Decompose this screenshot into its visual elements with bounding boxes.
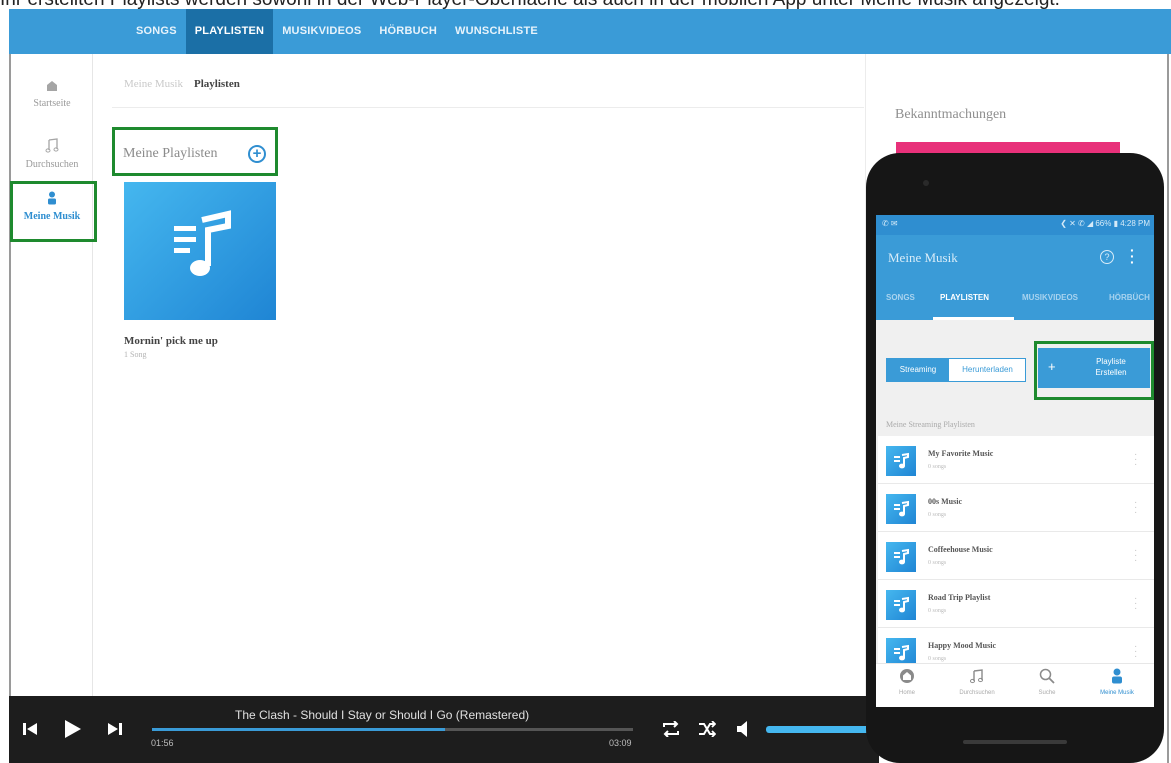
segment-streaming[interactable]: Streaming [887,359,949,381]
active-tab-indicator [933,317,1014,320]
home-icon [876,668,938,686]
progress-bar[interactable] [152,728,633,731]
streaming-download-toggle: Streaming Herunterladen [886,358,1026,382]
playlist-tile-count: 1 Song [124,350,147,359]
side-navigation: Startseite Durchsuchen Meine Musik [11,54,93,696]
playlist-thumb-icon [886,446,916,476]
playlist-count: 0 songs [928,608,947,614]
phone-app-bar: Meine Musik ? · · · [876,235,1154,280]
phone-tab-musikvideos[interactable]: MUSIKVIDEOS [1022,293,1078,302]
phone-bottom-nav: Home Durchsuchen Suche Meine Musik [876,663,1154,707]
more-vert-icon[interactable]: · · · [1134,594,1137,614]
phone-playlist-list: My Favorite Music 0 songs · · · 00s Music … [878,436,1154,676]
playlist-tile[interactable] [124,182,276,320]
segment-herunterladen[interactable]: Herunterladen [949,359,1026,381]
elapsed-time: 01:56 [151,738,174,748]
status-icons-left: ✆ ✉ [882,219,898,228]
bottom-nav-label: Durchsuchen [959,690,995,696]
tab-musikvideos[interactable]: MUSIKVIDEOS [273,9,370,54]
playlist-count: 0 songs [928,512,947,518]
track-duration: 03:09 [609,738,632,748]
phone-mockup: ✆ ✉ ❮ ✕ ✆ ◢ 66% ▮ 4:28 PM Meine Musik ? … [866,153,1164,763]
more-vert-icon[interactable]: · · · [1134,498,1137,518]
phone-tab-songs[interactable]: SONGS [886,293,915,302]
music-note-icon [946,668,1008,686]
playlist-name: Coffeehouse Music [928,545,993,554]
bottom-nav-durchsuchen[interactable]: Durchsuchen [946,668,1008,696]
now-playing-title: The Clash - Should I Stay or Should I Go… [235,708,530,722]
phone-app-title: Meine Musik [888,250,958,265]
volume-slider[interactable] [766,726,879,733]
sidebar-item-startseite[interactable]: Startseite [11,80,93,109]
playlist-count: 0 songs [928,656,947,662]
phone-screen: ✆ ✉ ❮ ✕ ✆ ◢ 66% ▮ 4:28 PM Meine Musik ? … [876,215,1154,707]
bottom-nav-suche[interactable]: Suche [1016,668,1078,696]
phone-tab-hoerbuch[interactable]: HÖRBÜCH [1109,293,1150,302]
repeat-icon[interactable] [661,720,681,742]
top-tabs: SONGS PLAYLISTEN MUSIKVIDEOS HÖRBUCH WUN… [127,9,547,54]
playlist-count: 0 songs [928,560,947,566]
playlist-thumb-icon [886,590,916,620]
playlist-name: 00s Music [928,497,962,506]
sidebar-item-durchsuchen[interactable]: Durchsuchen [11,138,93,170]
more-vert-icon[interactable]: · · · [1134,546,1137,566]
highlight-box-create-playlist [1034,341,1154,400]
progress-fill [152,728,446,731]
playlist-thumb-icon [886,494,916,524]
search-icon [1016,668,1078,686]
sidebar-item-label: Startseite [33,98,71,109]
more-vert-icon[interactable]: · · · [1130,243,1135,269]
breadcrumb-parent[interactable]: Meine Musik [124,78,183,90]
breadcrumb-separator [186,78,192,90]
list-item[interactable]: 00s Music 0 songs · · · [878,484,1154,532]
streaming-playlists-heading: Meine Streaming Playlisten [886,420,975,429]
breadcrumb-current: Playlisten [193,78,240,90]
bottom-nav-meine-musik[interactable]: Meine Musik [1086,668,1148,696]
highlight-box-meine-musik [10,181,97,242]
bottom-nav-home[interactable]: Home [876,668,938,696]
playlist-tile-title[interactable]: Mornin' pick me up [124,335,218,347]
previous-track-icon[interactable] [23,721,39,742]
help-icon[interactable]: ? [1100,250,1114,264]
breadcrumb: Meine Musik Playlisten [124,78,240,90]
tab-wunschliste[interactable]: WUNSCHLISTE [446,9,547,54]
playlist-count: 0 songs [928,464,947,470]
play-icon[interactable] [64,719,82,744]
top-nav-bar: SONGS PLAYLISTEN MUSIKVIDEOS HÖRBUCH WUN… [9,9,1171,54]
playlist-thumb-icon [886,542,916,572]
volume-icon[interactable] [736,720,754,743]
shuffle-icon[interactable] [698,720,717,742]
list-item[interactable]: Coffeehouse Music 0 songs · · · [878,532,1154,580]
music-note-icon [11,138,93,156]
phone-status-bar: ✆ ✉ ❮ ✕ ✆ ◢ 66% ▮ 4:28 PM [876,215,1154,235]
more-vert-icon[interactable]: · · · [1134,450,1137,470]
tab-songs[interactable]: SONGS [127,9,186,54]
tab-hoerbuch[interactable]: HÖRBUCH [370,9,446,54]
list-item[interactable]: Road Trip Playlist 0 songs · · · [878,580,1154,628]
bottom-nav-label: Suche [1038,690,1056,696]
list-item[interactable]: My Favorite Music 0 songs · · · [878,436,1154,484]
breadcrumb-divider [112,107,864,108]
home-icon [11,80,93,95]
more-vert-icon[interactable]: · · · [1134,642,1137,662]
playlist-name: Happy Mood Music [928,641,997,650]
playlist-name: My Favorite Music [928,449,994,458]
phone-home-indicator [963,740,1067,744]
status-icons-right: ❮ ✕ ✆ ◢ 66% ▮ 4:28 PM [1060,219,1150,228]
user-icon [1086,668,1148,686]
bottom-nav-label: Meine Musik [1100,690,1134,696]
player-bar: The Clash - Should I Stay or Should I Go… [9,696,879,763]
tab-playlisten[interactable]: PLAYLISTEN [185,9,274,54]
window-frame-right [1167,54,1169,763]
phone-tabs: SONGS PLAYLISTEN MUSIKVIDEOS HÖRBÜCH [876,280,1154,320]
playlist-music-icon [124,210,276,324]
playlist-name: Road Trip Playlist [928,593,991,602]
bottom-nav-label: Home [898,690,915,696]
highlight-box-meine-playlisten [112,127,278,176]
announcements-title: Bekanntmachungen [895,107,1007,122]
phone-tab-playlisten[interactable]: PLAYLISTEN [940,293,989,302]
sidebar-item-label: Durchsuchen [25,159,79,170]
next-track-icon[interactable] [106,721,122,742]
phone-camera [923,180,929,186]
